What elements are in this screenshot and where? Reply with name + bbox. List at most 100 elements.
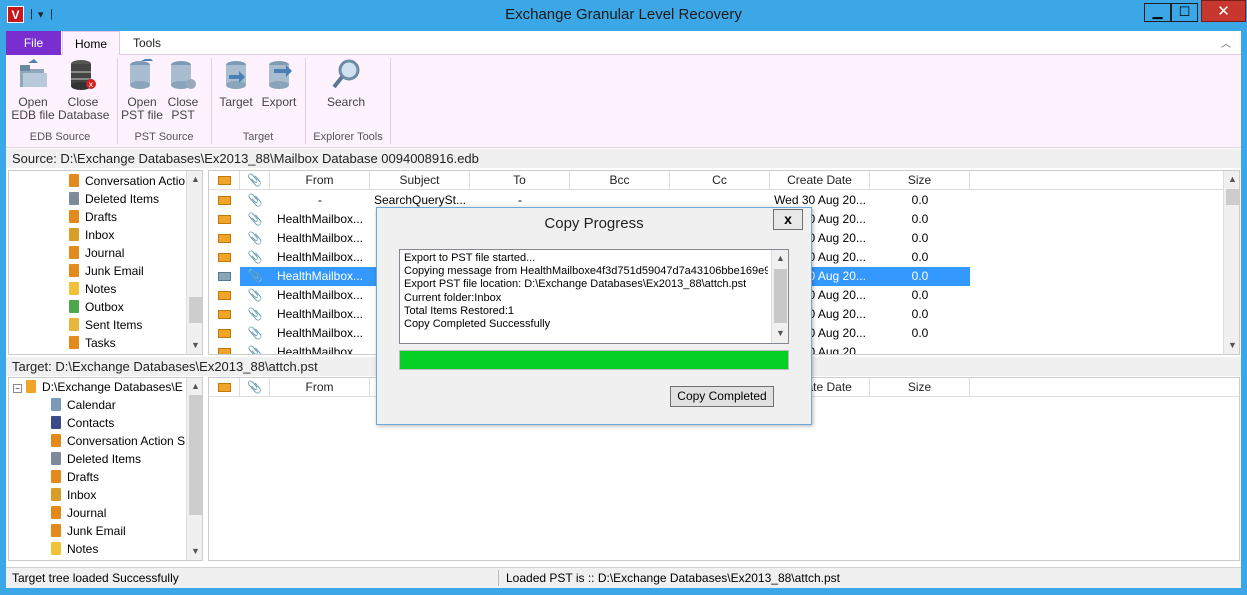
open-folder-icon (18, 59, 48, 91)
target-tree-label: Deleted Items (67, 452, 142, 466)
header-cc[interactable]: Cc (670, 171, 770, 190)
mail-icon (209, 248, 240, 267)
folder-icon (69, 300, 79, 313)
target-tree-label: Inbox (67, 488, 97, 502)
target-header-from[interactable]: From (270, 378, 370, 397)
grid-scrollbar[interactable]: ▲ ▼ (1223, 171, 1239, 354)
cell-from: HealthMailbox... (276, 250, 364, 264)
target-scroll-up-icon[interactable]: ▲ (187, 378, 202, 395)
cell-from: HealthMailbox... (276, 345, 364, 355)
tab-home[interactable]: Home (62, 31, 120, 56)
source-tree-item[interactable]: Inbox (69, 226, 114, 244)
maximize-button[interactable]: ☐ (1171, 3, 1198, 22)
source-tree-item[interactable]: Sent Items (69, 316, 142, 334)
grid-scroll-down-icon[interactable]: ▼ (1224, 337, 1239, 354)
log-scroll-down-icon[interactable]: ▼ (772, 325, 788, 342)
header-attachment-icon[interactable]: 📎 (240, 171, 270, 190)
source-tree-label: Sent Items (85, 318, 143, 332)
collapse-ribbon-icon[interactable]: ︿ (1221, 35, 1231, 50)
scroll-thumb[interactable] (189, 297, 202, 323)
collapse-icon[interactable]: − (13, 384, 22, 393)
attachment-icon: 📎 (247, 326, 263, 340)
source-tree-item[interactable]: Drafts (69, 208, 117, 226)
target-button[interactable]: Target (217, 59, 255, 109)
grid-scroll-thumb[interactable] (1226, 189, 1239, 205)
progress-bar (399, 350, 789, 370)
folder-icon (51, 452, 61, 465)
group-pst-source: PST Source (134, 131, 194, 143)
target-tree-item[interactable]: Calendar (51, 396, 116, 414)
target-tree-label: Drafts (67, 470, 100, 484)
target-tree-scrollbar[interactable]: ▲ ▼ (186, 378, 202, 560)
source-tree-item[interactable]: Journal (69, 244, 124, 262)
header-to[interactable]: To (470, 171, 570, 190)
folder-icon (69, 192, 79, 205)
dialog-close-button[interactable]: x (773, 209, 803, 230)
grid-scroll-up-icon[interactable]: ▲ (1224, 171, 1239, 188)
target-tree-item[interactable]: Notes (51, 540, 98, 558)
target-tree-item[interactable]: Inbox (51, 486, 96, 504)
target-tree-label: Notes (67, 542, 99, 556)
cell-from: HealthMailbox... (276, 307, 364, 321)
folder-icon (69, 228, 79, 241)
target-tree-root[interactable]: − D:\Exchange Databases\E (13, 378, 183, 396)
target-header-mail-icon[interactable] (209, 378, 240, 397)
target-header-size[interactable]: Size (870, 378, 970, 397)
target-tree-item[interactable]: Drafts (51, 468, 99, 486)
scroll-up-icon[interactable]: ▲ (187, 171, 202, 188)
target-root-label: D:\Exchange Databases\E (42, 380, 183, 394)
source-tree-item[interactable]: Outbox (69, 298, 124, 316)
target-tree-item[interactable]: Journal (51, 504, 106, 522)
header-create-date[interactable]: Create Date (770, 171, 870, 190)
source-tree-scrollbar[interactable]: ▲ ▼ (186, 171, 202, 354)
header-from[interactable]: From (270, 171, 370, 190)
log-scroll-up-icon[interactable]: ▲ (772, 250, 788, 267)
open-pst-button[interactable]: Open PST file (121, 57, 163, 122)
header-subject[interactable]: Subject (370, 171, 470, 190)
close-database-button[interactable]: x Close Database (58, 59, 109, 122)
copy-completed-button[interactable]: Copy Completed (670, 386, 774, 407)
source-tree-item[interactable]: Notes (69, 280, 116, 298)
export-button[interactable]: Export (259, 59, 299, 109)
header-bcc[interactable]: Bcc (570, 171, 670, 190)
target-scroll-down-icon[interactable]: ▼ (187, 543, 202, 560)
target-header-attachment-icon[interactable]: 📎 (240, 378, 270, 397)
log-line: Copying message from HealthMailboxe4f3d7… (404, 265, 768, 278)
search-icon (331, 59, 361, 91)
target-tree-item[interactable]: Deleted Items (51, 450, 141, 468)
attachment-icon: 📎 (247, 231, 263, 245)
source-tree-label: Notes (85, 282, 117, 296)
target-tree-item[interactable]: Junk Email (51, 522, 126, 540)
header-size[interactable]: Size (870, 171, 970, 190)
source-tree-label: Drafts (85, 210, 118, 224)
svg-text:x: x (89, 80, 94, 89)
log-scrollbar[interactable]: ▲ ▼ (771, 250, 788, 343)
target-tree-item[interactable]: Contacts (51, 414, 114, 432)
source-tree-item[interactable]: Deleted Items (69, 190, 159, 208)
source-tree-item[interactable]: Junk Email (69, 262, 144, 280)
mail-icon (209, 343, 240, 354)
attachment-icon: 📎 (247, 250, 263, 264)
close-window-button[interactable]: ✕ (1201, 0, 1246, 22)
search-button[interactable]: Search (323, 59, 369, 109)
header-mail-icon[interactable] (209, 171, 240, 190)
target-tree-item[interactable]: Conversation Action S (51, 432, 185, 450)
scroll-down-icon[interactable]: ▼ (187, 337, 202, 354)
close-pst-button[interactable]: Close PST (165, 59, 201, 122)
ribbon-tab-strip (6, 31, 1241, 55)
attachment-icon: 📎 (247, 307, 263, 321)
source-tree-item[interactable]: Conversation Actio (69, 172, 185, 190)
target-scroll-thumb[interactable] (189, 395, 202, 515)
cell-size: 0.0 (911, 288, 929, 302)
status-divider (498, 570, 499, 586)
tab-tools[interactable]: Tools (120, 31, 174, 56)
open-edb-button[interactable]: Open EDB file (10, 59, 56, 122)
log-scroll-thumb[interactable] (774, 269, 787, 323)
pst-file-icon (26, 380, 36, 393)
folder-icon (69, 282, 79, 295)
progress-log[interactable]: Export to PST file started... Copying mes… (399, 249, 789, 344)
source-tree-item[interactable]: Tasks (69, 334, 116, 352)
tab-file[interactable]: File (6, 31, 61, 56)
minimize-button[interactable]: ▁ (1144, 3, 1171, 22)
source-tree-label: Outbox (85, 300, 124, 314)
